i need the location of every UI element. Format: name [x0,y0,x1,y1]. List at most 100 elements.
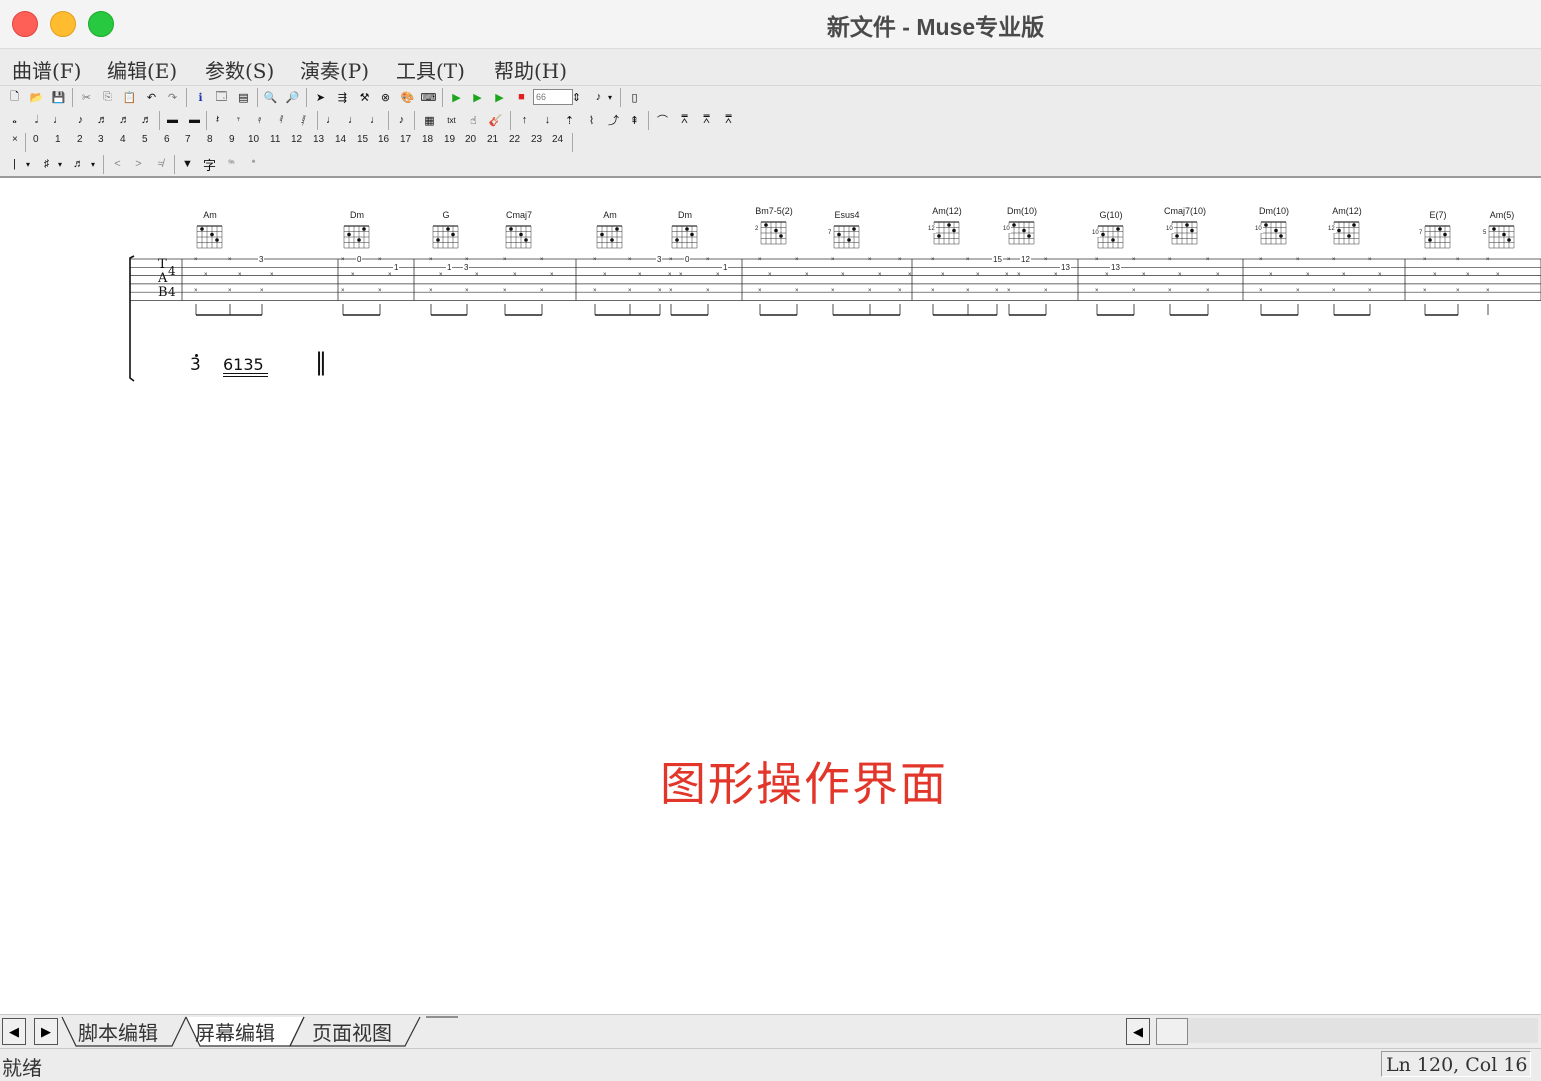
insert-icon[interactable]: ⇶ [334,89,351,105]
zoom-out-icon[interactable]: 🔎 [284,89,301,105]
tuplet-icon[interactable]: ♬ [70,156,87,172]
double-dotted-note-icon[interactable]: ♩ [345,112,362,128]
whole-note-icon[interactable]: 𝅝 [6,112,23,128]
fret-1-button[interactable]: 1 [55,134,61,145]
save-icon[interactable]: 💾 [50,89,67,105]
new-file-icon[interactable]: 🗋 [6,89,23,105]
slur-icon[interactable]: ⌒ [654,112,671,128]
stroke-up-icon[interactable]: ↑ [516,112,533,128]
zoom-in-icon[interactable]: 🔍 [262,89,279,105]
menu-score[interactable]: 曲谱(F) [12,55,81,84]
dynamics-icon[interactable]: ≉ [152,156,169,172]
triple-dotted-note-icon[interactable]: ♩ [367,112,384,128]
tab-screen-edit[interactable]: 屏幕编辑 [195,1017,275,1046]
fret-3-button[interactable]: 3 [98,134,104,145]
pull-off-icon[interactable]: ⩞ [698,112,715,128]
fret-21-button[interactable]: 21 [487,134,498,145]
hammer-icon[interactable]: ⚒ [356,89,373,105]
sixteenth-rest-icon[interactable]: 𝄿 [251,112,268,128]
bend-icon[interactable]: ⤴ [605,112,622,128]
fret-12-button[interactable]: 12 [291,134,302,145]
crescendo-icon[interactable]: < [109,156,126,172]
cut-icon[interactable]: ✂ [78,89,95,105]
thirtysecond-rest-icon[interactable]: 𝅀 [273,112,290,128]
decrescendo-icon[interactable]: > [130,156,147,172]
tempo-spinner-icon[interactable]: ⇕ [570,89,583,105]
tab-script-edit[interactable]: 脚本编辑 [78,1017,158,1046]
paste-icon[interactable]: 📋 [121,89,138,105]
hscroll-left-button[interactable]: ◀ [1126,1018,1150,1045]
fret-23-button[interactable]: 23 [531,134,542,145]
stop-circle-icon[interactable]: ⊗ [377,89,394,105]
sharp-icon[interactable]: ♯ [38,156,55,172]
sixtyfourth-rest-icon[interactable]: 𝅁 [295,112,312,128]
device-icon[interactable]: ▯ [626,89,643,105]
hand-icon[interactable]: ☝ [465,112,482,128]
grace-note-icon[interactable]: ♪ [393,112,410,128]
play-icon[interactable]: ▶ [448,89,465,105]
stroke-down-icon[interactable]: ↓ [539,112,556,128]
menu-edit[interactable]: 编辑(E) [107,55,177,84]
pedal-up-icon[interactable]: 𝆯 [245,156,262,172]
eighth-note-icon[interactable]: ♪ [72,112,89,128]
fret-17-button[interactable]: 17 [400,134,411,145]
quarter-note-icon[interactable]: ♩ [50,112,67,128]
half-note-icon[interactable]: 𝅗𝅥 [28,112,45,128]
dotted-note-icon[interactable]: ♩ [323,112,340,128]
info-icon[interactable]: ℹ [192,89,209,105]
arpeggio-icon[interactable]: ⌇ [583,112,600,128]
fret-10-button[interactable]: 10 [248,134,259,145]
fret-20-button[interactable]: 20 [465,134,476,145]
menu-tools[interactable]: 工具(T) [396,55,465,84]
properties-icon[interactable]: 🗔 [213,89,230,105]
fret-9-button[interactable]: 9 [229,134,235,145]
fret-19-button[interactable]: 19 [444,134,455,145]
text-icon[interactable]: txt [443,112,460,128]
fret-0-button[interactable]: 0 [33,134,39,145]
layout-icon[interactable]: ▤ [235,89,252,105]
fret-18-button[interactable]: 18 [422,134,433,145]
half-rest-icon[interactable]: ▬ [186,112,203,128]
sixtyfourth-note-icon[interactable]: ♬ [138,112,155,128]
hscroll-thumb[interactable] [1156,1018,1188,1045]
undo-icon[interactable]: ↶ [143,89,160,105]
play-selection-icon[interactable]: ▶ [491,89,508,105]
barline-icon[interactable]: | [6,156,23,172]
slide-icon[interactable]: ⩞ [720,112,737,128]
keyboard-icon[interactable]: ⌨ [420,89,437,105]
play-from-cursor-icon[interactable]: ▶ [469,89,486,105]
score-canvas[interactable]: T A B 4 4 × × × × × × × × × × × × × × × × × × × × × × × × × × × × × × × × × × ×… [0,178,1541,1014]
chevron-down-icon[interactable]: ▾ [23,156,33,172]
sixteenth-note-icon[interactable]: ♬ [94,112,111,128]
select-pointer-icon[interactable]: ➤ [312,89,329,105]
arpeggio-up-icon[interactable]: ⇡ [561,112,578,128]
menu-parameters[interactable]: 参数(S) [205,55,274,84]
hscroll-track[interactable] [1188,1018,1538,1043]
fret-15-button[interactable]: 15 [357,134,368,145]
pedal-icon[interactable]: 𝆮 [223,156,240,172]
fret-5-button[interactable]: 5 [142,134,148,145]
palette-icon[interactable]: 🎨 [399,89,416,105]
redo-icon[interactable]: ↷ [164,89,181,105]
menu-play[interactable]: 演奏(P) [300,55,369,84]
pick-stroke-icon[interactable]: ⇞ [626,112,643,128]
grid-icon[interactable]: ▦ [421,112,438,128]
thirtysecond-note-icon[interactable]: ♬ [116,112,133,128]
chevron-down-icon[interactable]: ▾ [55,156,65,172]
fret-14-button[interactable]: 14 [335,134,346,145]
fret-16-button[interactable]: 16 [378,134,389,145]
eighth-rest-icon[interactable]: 𝄾 [230,112,247,128]
lyrics-text-icon[interactable]: 字 [201,156,218,173]
scroll-right-button[interactable]: ▶ [34,1018,58,1045]
stop-icon[interactable]: ■ [513,89,530,105]
fret-22-button[interactable]: 22 [509,134,520,145]
fret-2-button[interactable]: 2 [77,134,83,145]
hammer-on-icon[interactable]: ⩞ [676,112,693,128]
fermata-icon[interactable]: ▼ [179,156,196,172]
open-folder-icon[interactable]: 📂 [28,89,45,105]
fret-13-button[interactable]: 13 [313,134,324,145]
fret-6-button[interactable]: 6 [164,134,170,145]
tab-page-view[interactable]: 页面视图 [312,1017,392,1046]
guitar-icon[interactable]: 🎸 [487,112,504,128]
tempo-input[interactable] [533,89,573,105]
